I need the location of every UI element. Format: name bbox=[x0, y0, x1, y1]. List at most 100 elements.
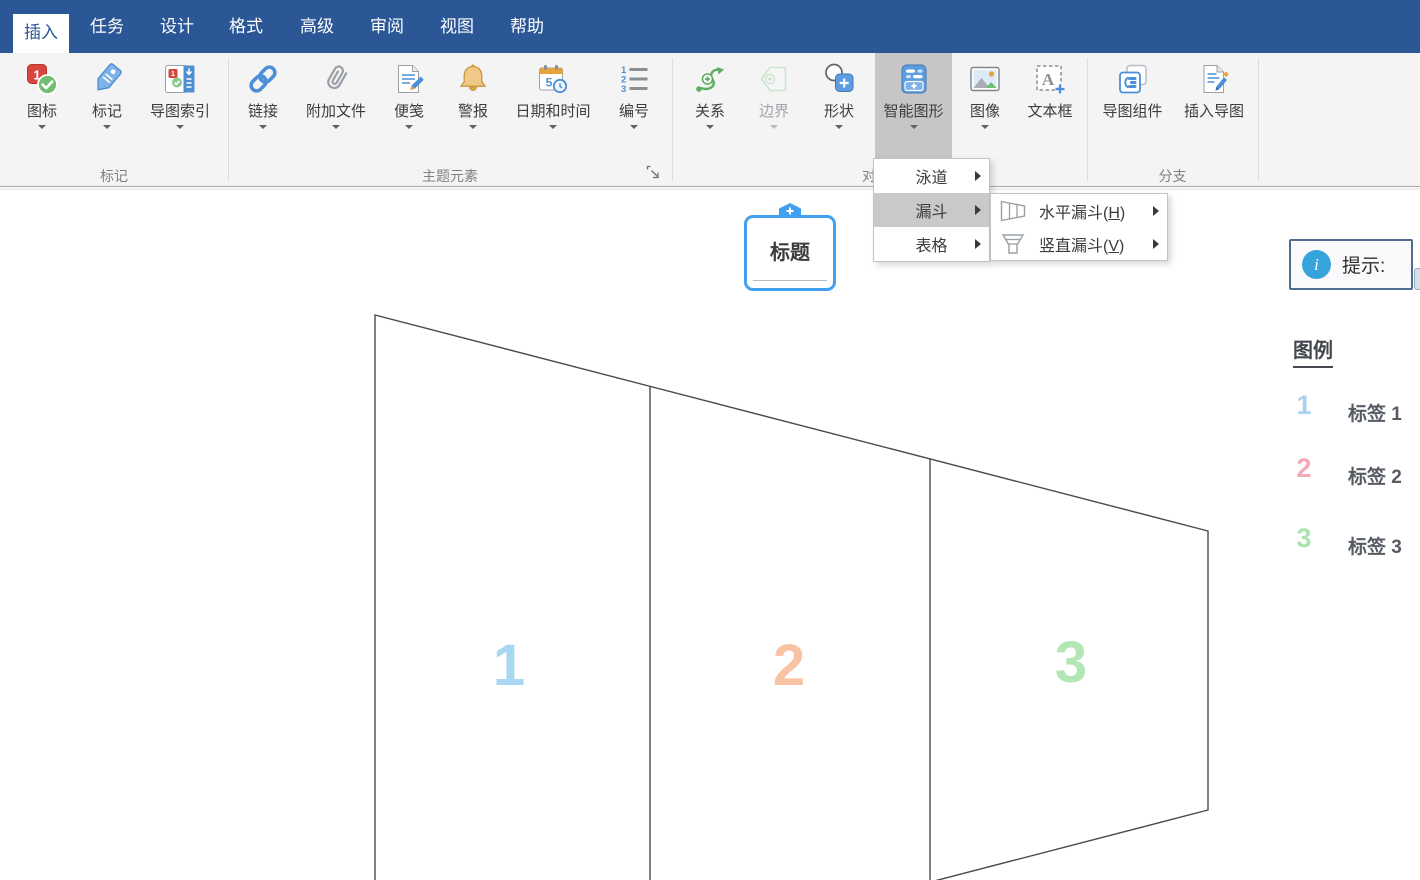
relationship-button[interactable]: 关系 bbox=[682, 53, 738, 158]
button-label: 关系 bbox=[695, 103, 725, 120]
tab-advanced[interactable]: 高级 bbox=[289, 0, 345, 53]
horizontal-funnel-shape[interactable] bbox=[0, 190, 1420, 880]
group-label-branch: 分支 bbox=[1087, 167, 1258, 185]
chevron-down-icon bbox=[630, 125, 638, 129]
button-label: 智能图形 bbox=[883, 103, 943, 120]
paperclip-icon bbox=[319, 62, 353, 96]
chevron-down-icon bbox=[103, 125, 111, 129]
image-button[interactable]: 图像 bbox=[957, 53, 1013, 158]
note-icon bbox=[392, 62, 426, 96]
menu-item-swimlane[interactable]: 泳道 bbox=[874, 159, 989, 193]
boundary-button: 边界 bbox=[746, 53, 802, 158]
icons-button[interactable]: 1 图标 bbox=[14, 53, 70, 158]
numbering-button[interactable]: 1 2 3 编号 bbox=[606, 53, 662, 158]
marker-button[interactable]: 标记 bbox=[79, 53, 135, 158]
link-button[interactable]: 链接 bbox=[235, 53, 291, 158]
link-icon bbox=[246, 62, 280, 96]
submenu-arrow-icon bbox=[1153, 239, 1159, 249]
legend-item-1-label[interactable]: 标签 1 bbox=[1348, 399, 1402, 426]
chevron-down-icon bbox=[981, 125, 989, 129]
button-label: 文本框 bbox=[1027, 103, 1072, 120]
svg-text:1: 1 bbox=[171, 69, 175, 78]
button-label: 警报 bbox=[458, 103, 488, 120]
map-index-icon: 1 bbox=[163, 62, 197, 96]
funnel-section-3-number: 3 bbox=[1036, 627, 1106, 699]
tab-task[interactable]: 任务 bbox=[79, 0, 135, 53]
title-box[interactable]: 标题 bbox=[744, 215, 836, 291]
legend-title[interactable]: 图例 bbox=[1293, 334, 1333, 368]
legend-item-3-number[interactable]: 3 bbox=[1290, 523, 1318, 554]
button-label: 形状 bbox=[824, 103, 854, 120]
bell-icon bbox=[456, 62, 490, 96]
textbox-icon: A bbox=[1033, 62, 1067, 96]
svg-text:3: 3 bbox=[621, 84, 626, 95]
image-icon bbox=[968, 62, 1002, 96]
button-label: 图标 bbox=[27, 103, 57, 120]
chevron-down-icon bbox=[910, 125, 918, 129]
chevron-down-icon bbox=[176, 125, 184, 129]
app-window: 插入 任务 设计 格式 高级 审阅 视图 帮助 1 图标 bbox=[0, 0, 1420, 880]
group-separator bbox=[228, 58, 229, 180]
tab-design[interactable]: 设计 bbox=[149, 0, 205, 53]
button-label: 导图组件 bbox=[1102, 103, 1162, 120]
group-separator bbox=[1087, 58, 1088, 180]
legend-item-2-number[interactable]: 2 bbox=[1290, 453, 1318, 484]
alert-button[interactable]: 警报 bbox=[445, 53, 501, 158]
button-label: 日期和时间 bbox=[515, 103, 590, 120]
menu-item-vertical-funnel[interactable]: 竖直漏斗(V) bbox=[991, 227, 1167, 260]
insert-map-icon bbox=[1197, 62, 1231, 96]
boundary-icon bbox=[757, 62, 791, 96]
submenu-arrow-icon bbox=[975, 205, 981, 215]
canvas[interactable]: 1 2 3 标题 i 提示: 图例 1 标签 1 2 标签 2 3 标签 3 bbox=[0, 190, 1420, 880]
submenu-arrow-icon bbox=[975, 171, 981, 181]
icon-badge-icon: 1 bbox=[25, 62, 59, 96]
funnel-section-1-number: 1 bbox=[474, 630, 544, 702]
dialog-launcher-icon[interactable] bbox=[646, 165, 662, 181]
textbox-button[interactable]: A 文本框 bbox=[1019, 53, 1081, 158]
smart-graphic-button[interactable]: 智能图形 bbox=[875, 53, 952, 158]
chevron-down-icon bbox=[706, 125, 714, 129]
attach-file-button[interactable]: 附加文件 bbox=[300, 53, 372, 158]
tab-review[interactable]: 审阅 bbox=[359, 0, 415, 53]
map-index-button[interactable]: 1 导图索引 bbox=[142, 53, 218, 158]
shape-button[interactable]: 形状 bbox=[811, 53, 867, 158]
chevron-down-icon bbox=[259, 125, 267, 129]
legend-item-1-number[interactable]: 1 bbox=[1290, 390, 1318, 421]
group-separator bbox=[672, 58, 673, 180]
insert-map-button[interactable]: 插入导图 bbox=[1175, 53, 1253, 158]
button-label: 标记 bbox=[92, 103, 122, 120]
button-label: 编号 bbox=[619, 103, 649, 120]
map-part-button[interactable]: 导图组件 bbox=[1093, 53, 1172, 158]
legend-item-3-label[interactable]: 标签 3 bbox=[1348, 532, 1402, 559]
menu-item-table[interactable]: 表格 bbox=[874, 227, 989, 261]
chevron-down-icon bbox=[770, 125, 778, 129]
menu-item-horizontal-funnel[interactable]: 水平漏斗(H) bbox=[991, 194, 1167, 227]
svg-text:A: A bbox=[1042, 70, 1055, 89]
menu-item-label: 水平漏斗(H) bbox=[1039, 199, 1125, 223]
ribbon: 1 图标 标记 1 bbox=[0, 53, 1420, 187]
menu-item-label: 泳道 bbox=[915, 164, 947, 188]
horizontal-funnel-icon bbox=[1000, 200, 1026, 222]
calendar-clock-icon: 5 bbox=[536, 62, 570, 96]
tab-insert[interactable]: 插入 bbox=[13, 14, 69, 53]
menu-item-label: 表格 bbox=[915, 232, 947, 256]
menu-item-funnel[interactable]: 漏斗 bbox=[874, 193, 989, 227]
info-icon: i bbox=[1302, 250, 1331, 279]
shape-icon bbox=[822, 62, 856, 96]
tab-format[interactable]: 格式 bbox=[218, 0, 274, 53]
smart-graphic-icon bbox=[897, 62, 931, 96]
tip-button[interactable]: i 提示: bbox=[1289, 239, 1413, 290]
chevron-down-icon bbox=[549, 125, 557, 129]
chevron-down-icon bbox=[332, 125, 340, 129]
legend-item-2-label[interactable]: 标签 2 bbox=[1348, 462, 1402, 489]
map-part-icon bbox=[1116, 62, 1150, 96]
ribbon-bottom-edge bbox=[0, 188, 1420, 190]
tab-view[interactable]: 视图 bbox=[429, 0, 485, 53]
submenu-arrow-icon bbox=[975, 239, 981, 249]
relationship-icon bbox=[693, 62, 727, 96]
tab-help[interactable]: 帮助 bbox=[499, 0, 555, 53]
note-button[interactable]: 便笺 bbox=[381, 53, 437, 158]
button-label: 图像 bbox=[970, 103, 1000, 120]
date-time-button[interactable]: 5 日期和时间 bbox=[509, 53, 597, 158]
group-label-marks: 标记 bbox=[0, 167, 228, 185]
